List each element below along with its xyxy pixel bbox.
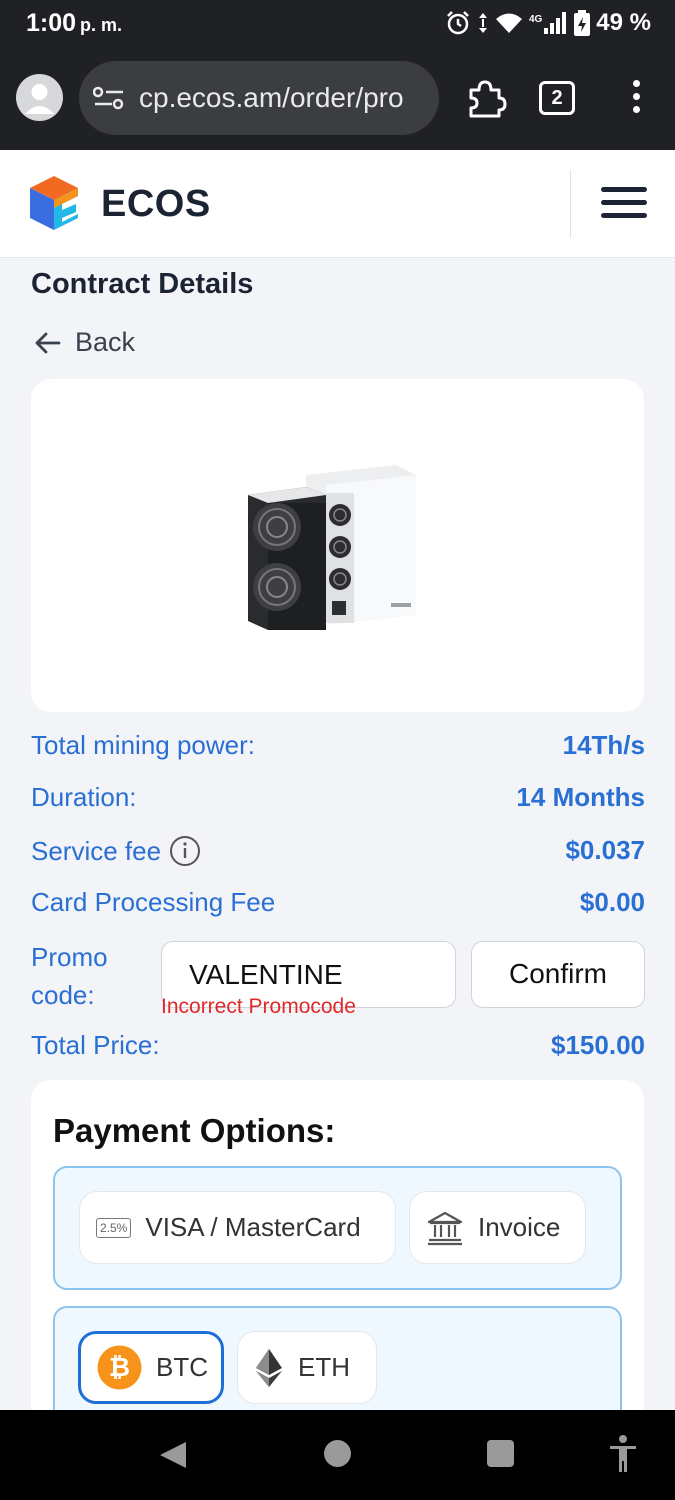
person-icon [25, 84, 54, 114]
bitcoin-icon: ₿ [97, 1345, 142, 1390]
fee-badge: 2.5% [96, 1217, 132, 1238]
payment-title: Payment Options: [53, 1112, 336, 1149]
info-icon[interactable] [169, 835, 201, 867]
promo-label: Promo code: [31, 938, 108, 1014]
status-bar: 1:00 p. m. 4G 49 % [0, 0, 675, 50]
promo-label-line1: Promo [31, 942, 108, 972]
service-fee-value: $0.037 [565, 835, 645, 865]
eth-label: ETH [298, 1352, 350, 1382]
nav-home-icon[interactable] [324, 1440, 351, 1467]
service-fee-row: Service fee $0.037 [31, 835, 645, 875]
status-time: 1:00 p. m. [26, 9, 122, 38]
duration-value: 14 Months [516, 782, 645, 812]
btc-option[interactable]: ₿ BTC [78, 1331, 224, 1404]
svg-text:₿: ₿ [109, 1352, 130, 1382]
nav-back-icon[interactable] [158, 1440, 188, 1470]
duration-label: Duration: [31, 782, 137, 812]
site-header: ECOS [0, 150, 675, 258]
hamburger-menu-icon[interactable] [601, 187, 647, 221]
clock-suffix: p. m. [80, 15, 123, 35]
back-link[interactable]: Back [33, 327, 135, 358]
back-label: Back [75, 327, 136, 357]
tune-icon[interactable] [93, 86, 125, 110]
arrow-left-icon [35, 332, 61, 353]
accessibility-icon[interactable] [608, 1434, 638, 1474]
visa-mastercard-label: VISA / MasterCard [145, 1212, 361, 1242]
mining-power-label: Total mining power: [31, 730, 255, 760]
signal-icon [544, 12, 567, 34]
battery-icon [574, 10, 591, 36]
card-fee-label: Card Processing Fee [31, 887, 276, 917]
wifi-icon [495, 13, 522, 33]
profile-avatar[interactable] [16, 74, 63, 121]
system-nav-bar [0, 1410, 675, 1500]
total-price-label: Total Price: [31, 1030, 160, 1060]
product-card [31, 379, 644, 712]
brand-name[interactable]: ECOS [101, 183, 211, 226]
alarm-icon [447, 11, 469, 35]
total-price-row: Total Price: $150.00 [31, 1030, 645, 1070]
fiat-payment-group: 2.5% VISA / MasterCard Invoice [53, 1166, 622, 1290]
clock: 1:00 [26, 9, 77, 37]
service-fee-label: Service fee [31, 835, 162, 866]
browser-toolbar: cp.ecos.am/order/pro 2 [0, 50, 675, 150]
mining-power-value: 14Th/s [562, 730, 645, 760]
page-title: Contract Details [31, 268, 254, 300]
ecos-logo-icon[interactable] [28, 174, 80, 232]
card-fee-row: Card Processing Fee $0.00 [31, 887, 645, 927]
url-text: cp.ecos.am/order/pro [139, 82, 404, 113]
duration-row: Duration: 14 Months [31, 782, 645, 822]
battery-percent: 49 % [596, 9, 651, 36]
promo-error-message: Incorrect Promocode [161, 995, 356, 1018]
header-divider [570, 170, 571, 238]
tabs-icon[interactable]: 2 [539, 81, 575, 115]
extension-icon[interactable] [465, 78, 507, 118]
vibrate-icon [478, 13, 487, 33]
visa-mastercard-option[interactable]: 2.5% VISA / MasterCard [79, 1191, 396, 1264]
asic-miner-image [248, 465, 416, 630]
invoice-label: Invoice [478, 1212, 561, 1242]
card-fee-value: $0.00 [579, 887, 645, 917]
bank-icon [427, 1211, 463, 1245]
ethereum-icon [256, 1348, 282, 1387]
confirm-button[interactable]: Confirm [471, 941, 645, 1008]
status-icons: 4G 49 % [445, 9, 651, 37]
payment-options-card: Payment Options: 2.5% VISA / MasterCard … [31, 1080, 644, 1410]
web-page: ECOS Contract Details Back Total mining … [0, 150, 675, 1410]
service-fee-label-group: Service fee [31, 835, 201, 867]
address-bar[interactable]: cp.ecos.am/order/pro [79, 61, 439, 135]
invoice-option[interactable]: Invoice [409, 1191, 586, 1264]
eth-option[interactable]: ETH [237, 1331, 377, 1404]
total-price-value: $150.00 [551, 1030, 645, 1060]
mining-power-row: Total mining power: 14Th/s [31, 730, 645, 770]
nav-recent-icon[interactable] [487, 1440, 514, 1467]
network-type: 4G [528, 13, 543, 25]
promo-label-line2: code: [31, 980, 95, 1010]
crypto-payment-group: ₿ BTC ETH [53, 1306, 622, 1410]
btc-label: BTC [156, 1352, 208, 1382]
more-vert-icon[interactable] [626, 80, 646, 120]
